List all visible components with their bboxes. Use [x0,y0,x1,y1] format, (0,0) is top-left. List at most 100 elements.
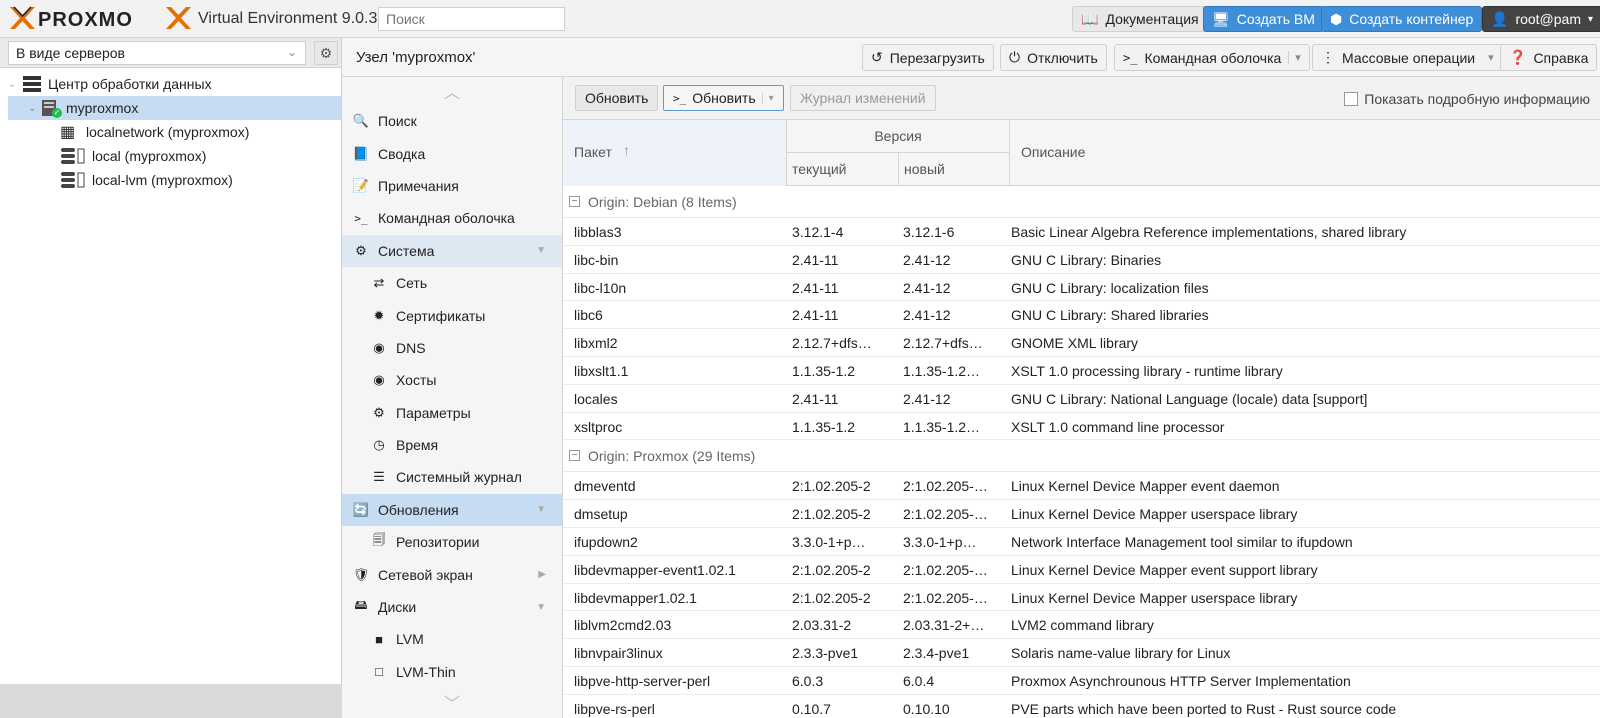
nav-item-dns[interactable]: ◉ DNS [342,332,562,364]
table-row[interactable]: locales 2.41-11 2.41-12 GNU C Library: Nati… [563,385,1600,413]
table-row[interactable]: dmeventd 2:1.02.205-2 2:1.02.205-… Linux Ke… [563,472,1600,501]
nav-item-search[interactable]: 🔍 Поиск [342,105,562,137]
table-row[interactable]: libnvpair3linux 2.3.3-pve1 2.3.4-pve1 Solar… [563,639,1600,667]
bulk-actions-button[interactable]: ⋮ Массовые операции ▾ [1312,44,1503,71]
table-row[interactable]: libdevmapper-event1.02.1 2:1.02.205-2 2:1.… [563,556,1600,584]
new-version-cell: 2.12.7+dfs… [903,335,983,352]
column-description[interactable]: Описание [1010,120,1600,186]
package-cell: libxml2 [574,335,618,352]
grid-header: Пакет ↑ Версия текущий новый Описание [563,120,1600,186]
updates-toolbar: Обновить >_ Обновить ▾ Журнал изменений … [563,77,1600,120]
shutdown-button[interactable]: ⏻ Отключить [1000,44,1107,71]
proxmox-logo: PROXMO [10,6,191,31]
tree-item-node[interactable]: ⌄ ✓ myproxmox [8,96,341,120]
nav-item-lvm[interactable]: ■ LVM [342,623,562,655]
column-package[interactable]: Пакет ↑ [563,120,787,186]
documentation-button[interactable]: 📖 Документация [1072,6,1208,32]
description-cell: LVM2 command library [1011,617,1154,634]
collapse-icon[interactable]: − [569,196,580,207]
nav-item-syslog[interactable]: ☰ Системный журнал [342,461,562,493]
description-cell: GNU C Library: Binaries [1011,251,1162,268]
table-row[interactable]: libpve-rs-perl 0.10.7 0.10.10 PVE parts whi… [563,695,1600,718]
shell-button[interactable]: >_ Командная оболочка ▾ [1114,44,1310,71]
collapse-icon[interactable]: − [569,450,580,462]
table-row[interactable]: ifupdown2 3.3.0-1+p… 3.3.0-1+p… Network Int… [563,528,1600,556]
table-row[interactable]: libc6 2.41-11 2.41-12 GNU C Library: Shared… [563,301,1600,330]
table-row[interactable]: libxml2 2.12.7+dfs… 2.12.7+dfs… GNOME XML l… [563,329,1600,357]
create-vm-button[interactable]: 🖥 Создать ВМ [1203,6,1324,32]
tree-settings-button[interactable]: ⚙ [314,41,338,65]
user-menu-button[interactable]: 👤 root@pam ▾ [1482,6,1600,32]
group-header[interactable]: − Origin: Debian (8 Items) [563,186,1600,218]
nav-item-network[interactable]: ⇄ Сеть [342,267,562,299]
tree-item-local-lvm-storage[interactable]: local-lvm (myproxmox) [8,168,341,192]
help-button[interactable]: ❓ Справка [1500,44,1598,71]
nav-item-shell[interactable]: >_ Командная оболочка [342,202,562,234]
notes-icon: 📝 [352,177,370,193]
grid-icon: ▦ [60,124,76,141]
updates-grid: − Origin: Debian (8 Items) libblas3 3.12.1-… [563,186,1600,718]
table-row[interactable]: libpve-http-server-perl 6.0.3 6.0.4 Proxmox… [563,667,1600,695]
question-circle-icon: ❓ [1509,49,1527,65]
upgrade-button[interactable]: >_ Обновить ▾ [663,85,784,111]
nav-item-hosts[interactable]: ◉ Хосты [342,364,562,396]
square-icon: ■ [375,631,383,647]
table-row[interactable]: libdevmapper1.02.1 2:1.02.205-2 2:1.02.205… [563,584,1600,612]
nav-item-lvm-thin[interactable]: □ LVM-Thin [342,656,562,688]
terminal-icon: >_ [673,91,687,105]
description-cell: Linux Kernel Device Mapper event daemon [1011,478,1280,495]
column-new[interactable]: новый [899,153,1010,186]
search-input[interactable] [378,7,565,31]
square-outline-icon: □ [375,664,383,680]
create-container-button[interactable]: ⬢ Создать контейнер [1321,6,1483,32]
tree-item-localnetwork[interactable]: ▦ localnetwork (myproxmox) [8,120,341,144]
view-select[interactable]: В виде серверов ⌄ [8,41,306,65]
table-row[interactable]: libblas3 3.12.1-4 3.12.1-6 Basic Linear Alg… [563,218,1600,246]
undo-icon: ↺ [871,49,883,65]
current-version-cell: 2:1.02.205-2 [792,478,871,495]
reboot-button[interactable]: ↺ Перезагрузить [862,44,994,71]
nav-item-repositories[interactable]: 🗐 Репозитории [342,526,562,558]
group-header[interactable]: − Origin: Proxmox (29 Items) [563,440,1600,473]
nav-item-time[interactable]: ◷ Время [342,429,562,461]
description-cell: PVE parts which have been ported to Rust… [1011,700,1397,717]
nav-item-updates[interactable]: 🔄 Обновления ▼ [342,493,562,527]
scroll-up-icon[interactable]: ︿ [342,77,562,105]
checkbox-box[interactable] [1344,92,1359,106]
nav-item-options[interactable]: ⚙ Параметры [342,397,562,429]
show-details-checkbox[interactable]: Показать подробную информацию [1344,91,1590,107]
refresh-icon: 🔄 [352,501,370,517]
current-version-cell: 3.3.0-1+p… [792,533,866,550]
table-row[interactable]: liblvm2cmd2.03 2.03.31-2 2.03.31-2+… LVM2 c… [563,611,1600,640]
table-row[interactable]: libc-bin 2.41-11 2.41-12 GNU C Library: Bin… [563,246,1600,274]
nav-item-system[interactable]: ⚙ Система ▼ [342,234,562,267]
nav-item-firewall[interactable]: 🛡 Сетевой экран ▶ [342,558,562,590]
table-row[interactable]: xsltproc 1.1.35-1.2 1.1.35-1.2… XSLT 1.0 co… [563,413,1600,441]
chevron-down-icon: ▾ [1488,52,1494,64]
table-row[interactable]: dmsetup 2:1.02.205-2 2:1.02.205-… Linux Ker… [563,500,1600,528]
nav-item-disks[interactable]: 🖴 Диски ▼ [342,591,562,623]
new-version-cell: 3.12.1-6 [903,224,955,240]
nav-item-notes[interactable]: 📝 Примечания [342,170,562,202]
column-group-version: Версия [787,120,1010,153]
current-version-cell: 2.41-11 [792,251,839,268]
chevron-down-icon[interactable]: ▾ [1288,51,1301,64]
chevron-down-icon[interactable]: ▾ [761,92,774,104]
package-cell: liblvm2cmd2.03 [574,617,672,634]
refresh-button[interactable]: Обновить [575,85,659,111]
column-current[interactable]: текущий [787,153,899,186]
tree-item-local-storage[interactable]: local (myproxmox) [8,144,341,168]
scroll-down-icon[interactable]: ﹀ [342,688,562,716]
new-version-cell: 2.3.4-pve1 [903,645,970,662]
table-row[interactable]: libxslt1.1 1.1.35-1.2 1.1.35-1.2… XSLT 1.0 … [563,357,1600,385]
tree-item-datacenter[interactable]: ⌄ Центр обработки данных [8,72,341,96]
nav-item-summary[interactable]: 📘 Сводка [342,137,562,169]
table-row[interactable]: libc-l10n 2.41-11 2.41-12 GNU C Library: lo… [563,274,1600,302]
nav-item-certificates[interactable]: ✹ Сертификаты [342,299,562,331]
package-cell: libxslt1.1 [574,362,629,379]
changelog-button[interactable]: Журнал изменений [790,85,936,111]
package-cell: libc6 [574,307,603,324]
power-icon: ⏻ [1009,49,1021,65]
new-version-cell: 2.03.31-2+… [903,617,985,634]
package-cell: libpve-http-server-perl [574,672,711,689]
